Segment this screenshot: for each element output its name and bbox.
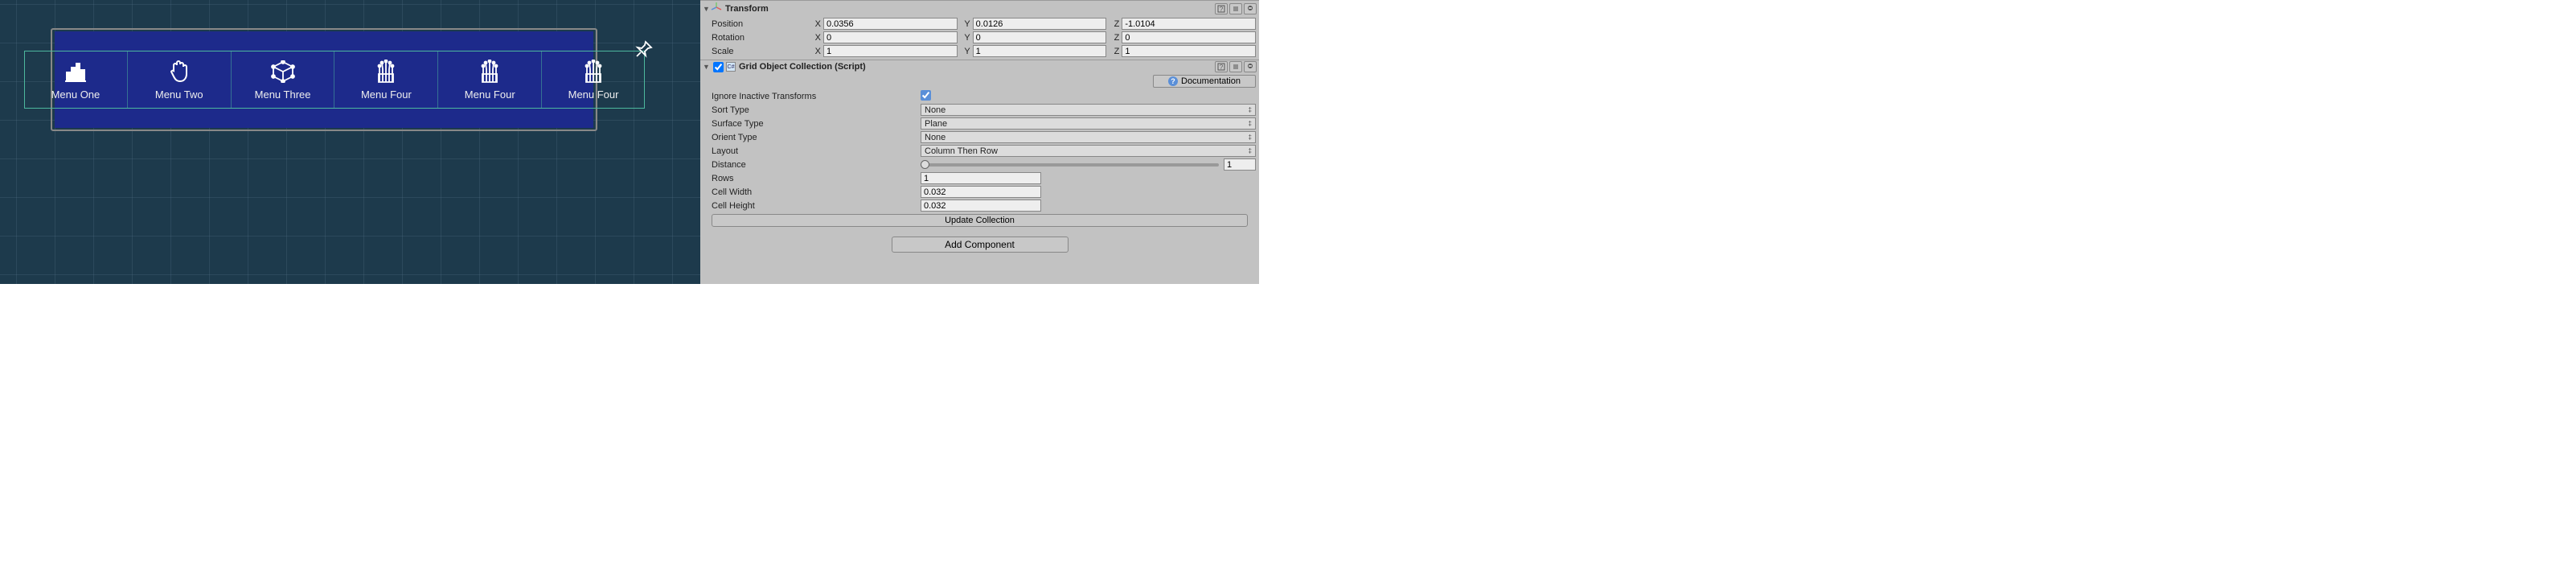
pin-icon[interactable] (635, 40, 653, 60)
menu-label: Menu Four (361, 88, 412, 101)
distance-input[interactable] (1224, 158, 1256, 171)
grid-collection-title: Grid Object Collection (Script) (739, 62, 1215, 72)
context-menu-button[interactable] (1244, 3, 1257, 14)
transform-header[interactable]: ▼ Transform ? (700, 0, 1259, 16)
cell-width-input[interactable] (921, 186, 1041, 198)
position-y-input[interactable] (973, 18, 1107, 30)
cube-frame-icon (271, 60, 295, 84)
rotation-x-input[interactable] (823, 31, 958, 43)
sort-type-label: Sort Type (712, 105, 921, 115)
menu-label: Menu Three (255, 88, 311, 101)
script-icon: C# (726, 62, 736, 72)
distance-slider[interactable] (921, 163, 1219, 167)
foldout-icon[interactable]: ▼ (703, 63, 711, 71)
distance-label: Distance (712, 160, 921, 170)
menu-label: Menu Two (155, 88, 203, 101)
chevron-updown-icon: ‡ (1249, 147, 1252, 154)
add-component-button[interactable]: Add Component (892, 237, 1069, 253)
sort-type-dropdown[interactable]: None‡ (921, 104, 1256, 116)
help-button[interactable]: ? (1215, 61, 1228, 72)
axis-x: X (811, 19, 821, 29)
chevron-updown-icon: ‡ (1249, 120, 1252, 127)
scale-label: Scale (712, 47, 811, 56)
hand-icon (169, 60, 190, 84)
rows-input[interactable] (921, 172, 1041, 184)
context-menu-button[interactable] (1244, 61, 1257, 72)
position-label: Position (712, 19, 811, 29)
scene-view[interactable]: Menu One Menu Two Menu Three Menu Four M… (0, 0, 700, 284)
layout-label: Layout (712, 146, 921, 156)
position-x-input[interactable] (823, 18, 958, 30)
chevron-updown-icon: ‡ (1249, 106, 1252, 113)
inspector-panel: ▼ Transform ? Position X Y Z Rotation X … (700, 0, 1259, 284)
rotation-z-input[interactable] (1122, 31, 1256, 43)
update-collection-button[interactable]: Update Collection (712, 214, 1248, 227)
transform-axes-icon (711, 2, 722, 15)
chevron-updown-icon: ‡ (1249, 134, 1252, 141)
hand-skeleton-icon (480, 60, 499, 84)
component-enabled-checkbox[interactable] (713, 62, 724, 72)
cell-height-label: Cell Height (712, 201, 921, 211)
documentation-button[interactable]: ?Documentation (1153, 75, 1256, 88)
rotation-label: Rotation (712, 33, 811, 43)
ignore-inactive-label: Ignore Inactive Transforms (712, 92, 921, 101)
menu-label: Menu Four (465, 88, 515, 101)
rows-label: Rows (712, 174, 921, 183)
transform-body: Position X Y Z Rotation X Y Z Scale X Y … (700, 16, 1259, 60)
preset-button[interactable] (1229, 61, 1242, 72)
svg-text:?: ? (1220, 6, 1224, 13)
help-circle-icon: ? (1168, 76, 1178, 86)
menu-item-four-a[interactable]: Menu Four (334, 51, 438, 109)
orient-type-label: Orient Type (712, 133, 921, 142)
hand-skeleton-icon (376, 60, 396, 84)
menu-item-one[interactable]: Menu One (24, 51, 128, 109)
menu-label: Menu One (51, 88, 100, 101)
transform-title: Transform (725, 4, 1215, 14)
grid-collection-header[interactable]: ▼ C# Grid Object Collection (Script) ? (700, 60, 1259, 73)
position-z-input[interactable] (1122, 18, 1256, 30)
preset-button[interactable] (1229, 3, 1242, 14)
menu-item-two[interactable]: Menu Two (128, 51, 232, 109)
layout-dropdown[interactable]: Column Then Row‡ (921, 145, 1256, 157)
surface-type-dropdown[interactable]: Plane‡ (921, 117, 1256, 130)
rotation-y-input[interactable] (973, 31, 1107, 43)
help-button[interactable]: ? (1215, 3, 1228, 14)
foldout-icon[interactable]: ▼ (703, 5, 711, 13)
slider-thumb[interactable] (921, 160, 929, 169)
svg-text:?: ? (1220, 64, 1224, 71)
axis-y: Y (961, 19, 970, 29)
ignore-inactive-checkbox[interactable] (921, 90, 931, 101)
scale-y-input[interactable] (973, 45, 1107, 57)
menu-item-four-b[interactable]: Menu Four (438, 51, 542, 109)
menu-label: Menu Four (568, 88, 619, 101)
scale-x-input[interactable] (823, 45, 958, 57)
menu-row: Menu One Menu Two Menu Three Menu Four M… (24, 51, 645, 109)
cell-width-label: Cell Width (712, 187, 921, 197)
bar-chart-icon (64, 60, 87, 84)
menu-item-three[interactable]: Menu Three (232, 51, 335, 109)
cell-height-input[interactable] (921, 200, 1041, 212)
axis-z: Z (1110, 19, 1119, 29)
hand-skeleton-icon (584, 60, 603, 84)
surface-type-label: Surface Type (712, 119, 921, 129)
orient-type-dropdown[interactable]: None‡ (921, 131, 1256, 143)
scale-z-input[interactable] (1122, 45, 1256, 57)
menu-item-four-c[interactable]: Menu Four (542, 51, 645, 109)
